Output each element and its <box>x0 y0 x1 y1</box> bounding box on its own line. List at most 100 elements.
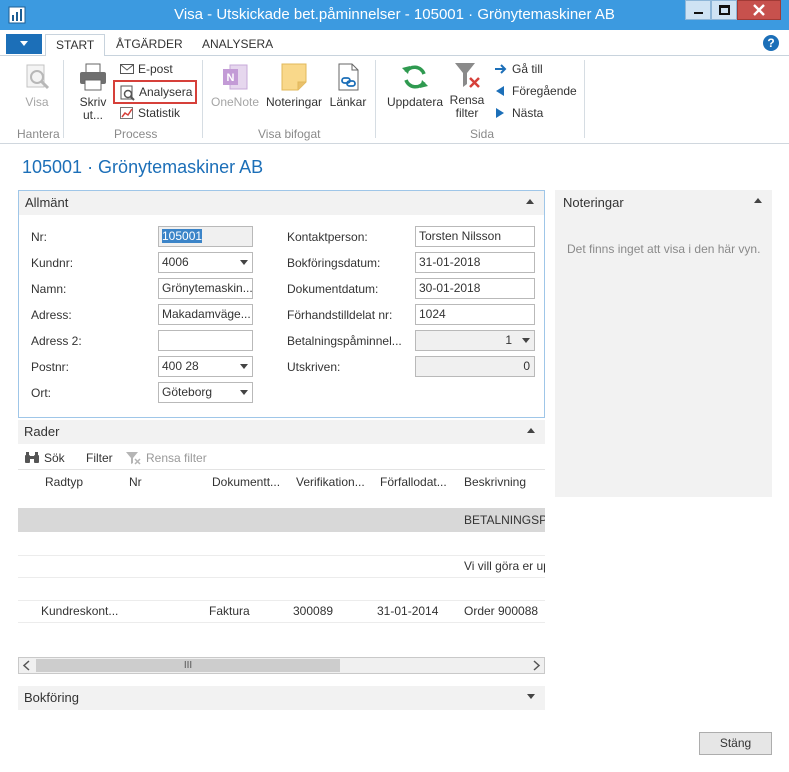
table-row[interactable] <box>18 577 545 601</box>
field-label: Bokföringsdatum: <box>287 256 381 270</box>
dokumenttyp-cell: Faktura <box>209 604 250 618</box>
chevron-right-icon <box>533 660 541 671</box>
ga-till-label: Gå till <box>512 62 543 76</box>
divider <box>18 469 545 470</box>
scroll-left-button[interactable] <box>19 658 35 673</box>
rensa-filter-label-2: filter <box>455 106 479 120</box>
rader-header[interactable]: Rader <box>18 420 545 444</box>
rensa-filter-toolbar-button[interactable]: Rensa filter <box>125 451 207 465</box>
triangle-right-icon <box>496 108 504 118</box>
group-process: Process <box>114 127 158 141</box>
postnr-value: 400 28 <box>162 359 199 373</box>
column-header-verifikation[interactable]: Verifikation... <box>296 475 365 489</box>
namn-field[interactable]: Grönytemaskin... <box>158 278 253 299</box>
app-menu-button[interactable] <box>6 34 42 54</box>
onenote-button[interactable]: N OneNote <box>208 62 262 109</box>
column-header-beskrivning[interactable]: Beskrivning <box>464 475 526 489</box>
empty-message: Det finns inget att visa i den här vyn. <box>567 242 761 256</box>
scroll-grip: III <box>183 660 193 671</box>
utskriven-value: 0 <box>523 359 530 373</box>
field-label: Adress 2: <box>31 334 82 348</box>
noteringar-header[interactable]: Noteringar <box>555 190 772 216</box>
uppdatera-label: Uppdatera <box>386 95 444 109</box>
beskrivning-cell: Order 900088 <box>464 604 539 618</box>
table-row[interactable]: Kundreskont... Faktura 300089 31-01-2014… <box>18 599 545 623</box>
visa-label: Visa <box>25 95 49 109</box>
bokforingsdatum-field[interactable]: 31-01-2018 <box>415 252 535 273</box>
table-row[interactable]: Vi vill göra er up <box>18 554 545 578</box>
print-button[interactable]: Skriv ut... <box>74 62 112 122</box>
link-icon <box>338 63 359 91</box>
horizontal-scrollbar[interactable]: III <box>18 657 545 674</box>
magnifier-icon <box>26 64 50 90</box>
scroll-right-button[interactable] <box>528 658 544 673</box>
maximize-button[interactable] <box>711 0 737 20</box>
forhandstilldelat-nr-field[interactable]: 1024 <box>415 304 535 325</box>
adress-value: Makadamväge... <box>162 307 251 321</box>
epost-label: E-post <box>138 62 173 76</box>
tab-start[interactable]: START <box>45 34 106 57</box>
epost-button[interactable]: E-post <box>118 60 173 78</box>
allmant-fasttab: Allmänt Nr: 105001 Kundnr: 4006 Namn: Gr… <box>18 190 545 418</box>
bokforingsdatum-value: 31-01-2018 <box>419 255 481 269</box>
field-label: Betalningspåminnel... <box>287 334 402 348</box>
allmant-header[interactable]: Allmänt <box>19 191 544 215</box>
chevron-down-icon[interactable] <box>522 338 530 343</box>
noteringar-label: Noteringar <box>265 95 323 109</box>
visa-button[interactable]: Visa <box>18 62 56 109</box>
noteringar-button[interactable]: Noteringar <box>264 62 324 109</box>
adress-field[interactable]: Makadamväge... <box>158 304 253 325</box>
clear-filter-icon <box>455 63 480 88</box>
minimize-button[interactable] <box>685 0 711 20</box>
chevron-down-icon[interactable] <box>240 390 248 395</box>
statistik-button[interactable]: Statistik <box>118 104 180 122</box>
table-row[interactable] <box>18 532 545 556</box>
field-label: Dokumentdatum: <box>287 282 379 296</box>
foregaende-label: Föregående <box>512 84 577 98</box>
kundnr-field[interactable]: 4006 <box>158 252 253 273</box>
minimize-icon <box>694 12 703 14</box>
field-label: Postnr: <box>31 360 70 374</box>
chevron-down-icon[interactable] <box>240 260 248 265</box>
chevron-down-icon[interactable] <box>240 364 248 369</box>
tab-analysera[interactable]: ANALYSERA <box>192 34 283 57</box>
column-header-dokumenttyp[interactable]: Dokumentt... <box>212 475 280 489</box>
help-icon[interactable]: ? <box>763 35 779 51</box>
triangle-left-icon <box>496 86 504 96</box>
nr-field[interactable]: 105001 <box>158 226 253 247</box>
lankar-button[interactable]: Länkar <box>328 62 368 109</box>
field-label: Nr: <box>31 230 47 244</box>
dokumentdatum-field[interactable]: 30-01-2018 <box>415 278 535 299</box>
kontaktperson-field[interactable]: Torsten Nilsson <box>415 226 535 247</box>
ort-field[interactable]: Göteborg <box>158 382 253 403</box>
analyze-icon <box>120 85 135 101</box>
group-visa-bifogat: Visa bifogat <box>258 127 321 141</box>
analysera-button[interactable]: Analysera <box>113 80 197 104</box>
uppdatera-button[interactable]: Uppdatera <box>385 62 445 109</box>
table-row[interactable]: BETALNINGSPÅ <box>18 508 545 532</box>
forfallodatum-cell: 31-01-2014 <box>377 604 439 618</box>
forhandstilldelat-nr-value: 1024 <box>419 307 446 321</box>
column-header-radtyp[interactable]: Radtyp <box>45 475 83 489</box>
scroll-thumb[interactable]: III <box>36 659 340 672</box>
chevron-up-icon <box>526 199 534 204</box>
betalningspaminnelse-field[interactable]: 1 <box>415 330 535 351</box>
svg-text:N: N <box>227 72 235 84</box>
foregaende-button[interactable]: Föregående <box>492 82 577 100</box>
tab-atgarder[interactable]: ÅTGÄRDER <box>106 34 193 57</box>
sok-button[interactable]: Sök <box>24 451 65 465</box>
ga-till-button[interactable]: Gå till <box>492 60 543 78</box>
filter-button[interactable]: Filter <box>86 451 113 465</box>
rensa-filter-button[interactable]: Rensa filter <box>448 60 486 120</box>
analysera-label: Analysera <box>139 85 193 99</box>
column-header-forfallodatum[interactable]: Förfallodat... <box>380 475 447 489</box>
group-sida: Sida <box>470 127 495 141</box>
stang-button[interactable]: Stäng <box>699 732 772 755</box>
column-header-nr[interactable]: Nr <box>129 475 142 489</box>
bokforing-header[interactable]: Bokföring <box>18 686 545 710</box>
adress2-field[interactable] <box>158 330 253 351</box>
close-button[interactable] <box>737 0 781 20</box>
field-label: Utskriven: <box>287 360 341 374</box>
postnr-field[interactable]: 400 28 <box>158 356 253 377</box>
nasta-button[interactable]: Nästa <box>492 104 543 122</box>
